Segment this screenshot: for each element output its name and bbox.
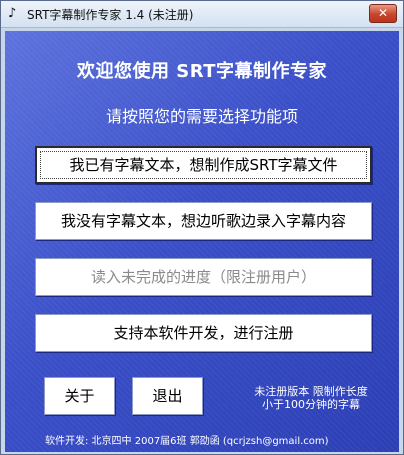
main-panel: 欢迎您使用 SRT字幕制作专家 请按照您的需要选择功能项 我已有字幕文本，想制作…	[5, 31, 399, 452]
unregistered-notice: 未注册版本 限制作长度 小于100分钟的字幕	[231, 385, 391, 411]
choose-function-prompt: 请按照您的需要选择功能项	[105, 107, 298, 126]
button-label: 我没有字幕文本，想边听歌边录入字幕内容	[60, 212, 346, 230]
button-label: 读入未完成的进度（限注册用户）	[90, 268, 316, 286]
button-label: 支持本软件开发，进行注册	[113, 324, 294, 342]
developer-credit: 软件开发: 北京四中 2007届6班 郭劭函 (qcrjzsh@gmail.co…	[45, 436, 329, 447]
welcome-heading: 欢迎您使用 SRT字幕制作专家	[76, 61, 328, 82]
button-label: 退出	[152, 387, 183, 405]
exit-button[interactable]: 退出	[132, 377, 203, 415]
button-label: 关于	[64, 387, 95, 405]
load-progress-button[interactable]: 读入未完成的进度（限注册用户）	[35, 258, 372, 296]
record-while-listening-button[interactable]: 我没有字幕文本，想边听歌边录入字幕内容	[35, 202, 372, 240]
close-icon: ✕	[377, 6, 389, 20]
title-bar[interactable]: ♪ SRT字幕制作专家 1.4 (未注册) ✕	[1, 1, 403, 28]
button-label: 我已有字幕文本，想制作成SRT字幕文件	[69, 156, 338, 174]
notice-line-2: 小于100分钟的字幕	[262, 398, 360, 411]
close-button[interactable]: ✕	[369, 4, 397, 23]
notice-line-1: 未注册版本 限制作长度	[254, 385, 368, 398]
make-srt-from-text-button[interactable]: 我已有字幕文本，想制作成SRT字幕文件	[35, 146, 372, 184]
window-title: SRT字幕制作专家 1.4 (未注册)	[27, 8, 194, 22]
app-window: ♪ SRT字幕制作专家 1.4 (未注册) ✕ 欢迎您使用 SRT字幕制作专家 …	[0, 0, 404, 455]
music-note-icon: ♪	[8, 6, 17, 21]
about-button[interactable]: 关于	[44, 377, 115, 415]
register-button[interactable]: 支持本软件开发，进行注册	[35, 314, 372, 352]
